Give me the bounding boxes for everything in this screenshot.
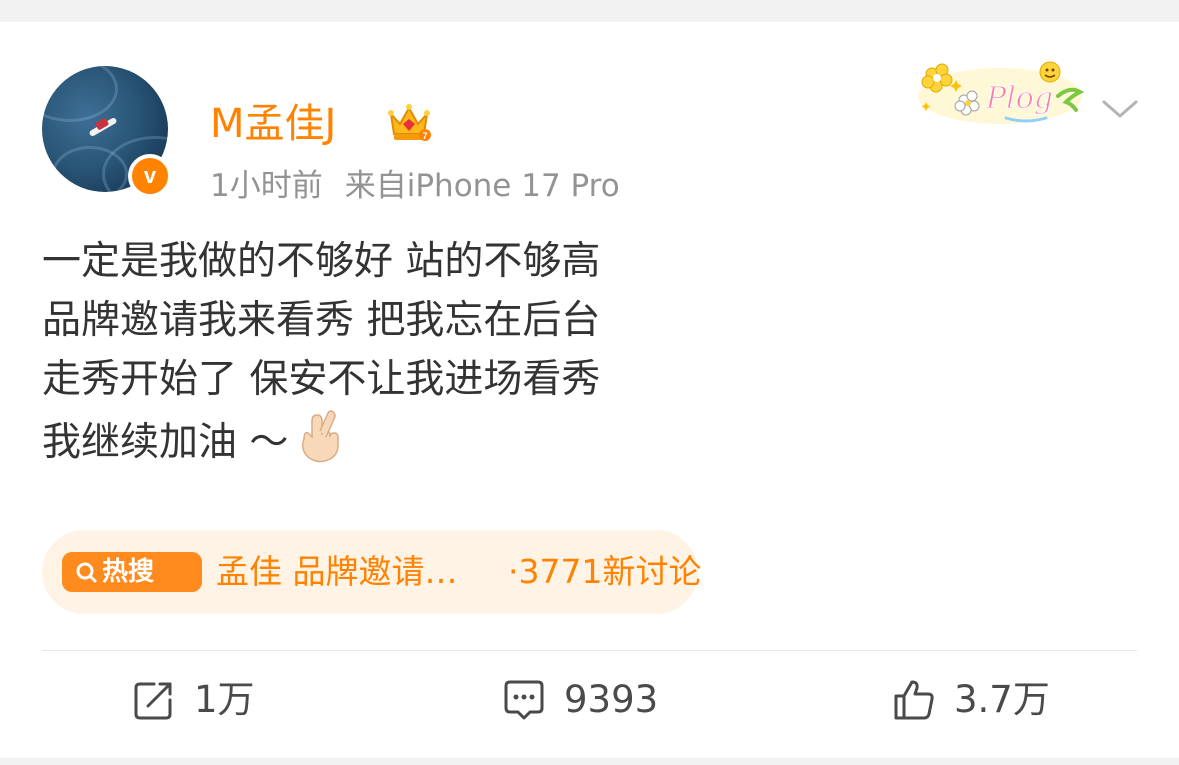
comment-button[interactable]: 9393	[502, 676, 702, 724]
crossed-fingers-emoji-icon	[302, 410, 340, 463]
repost-button[interactable]: 1万	[132, 676, 292, 724]
post-source[interactable]: 来自iPhone 17 Pro	[345, 168, 620, 204]
post-text-line: 一定是我做的不够好 站的不够高	[42, 239, 601, 284]
post-time: 1小时前	[210, 168, 323, 204]
hot-search-pill[interactable]: 热搜 孟佳 品牌邀请… ·3771新讨论	[42, 530, 702, 614]
search-icon	[76, 562, 97, 583]
svg-text:7: 7	[422, 131, 427, 141]
chevron-down-icon[interactable]	[1098, 88, 1142, 132]
comment-icon	[504, 680, 544, 720]
avatar-figure-accent	[94, 117, 110, 131]
author-name[interactable]: M孟佳J	[210, 98, 336, 150]
thumbs-up-icon	[894, 680, 934, 720]
post-text-line: 走秀开始了 保安不让我进场看秀	[42, 357, 601, 402]
hot-search-badge-label: 热搜	[102, 557, 155, 587]
repost-icon	[134, 682, 172, 720]
hot-search-title[interactable]: 孟佳 品牌邀请…	[216, 546, 458, 598]
post-text-line: 我继续加油 ～	[42, 420, 289, 465]
divider	[42, 650, 1137, 651]
plog-sticker-icon: Plog	[918, 61, 1085, 124]
comment-count: 9393	[564, 678, 659, 721]
hot-search-count: ·3771新讨论	[508, 552, 702, 591]
crown-icon: 7	[388, 104, 431, 141]
post-text-line-last: 我继续加油 ～	[42, 409, 802, 472]
post-text[interactable]: 一定是我做的不够好 站的不够高 品牌邀请我来看秀 把我忘在后台 走秀开始了 保安…	[42, 232, 802, 472]
like-button[interactable]: 3.7万	[892, 676, 1092, 724]
avatar-wave	[42, 66, 118, 122]
like-count: 3.7万	[954, 678, 1050, 721]
weibo-post-card: v M孟佳J 7 1小时前 来自iPhone 17 Pro Plog 一定是我做…	[0, 22, 1179, 758]
plog-sticker-text: Plog	[985, 81, 1053, 116]
repost-count: 1万	[194, 678, 255, 721]
verified-badge-icon: v	[128, 154, 172, 198]
post-meta: 1小时前 来自iPhone 17 Pro	[210, 164, 620, 208]
post-text-line: 品牌邀请我来看秀 把我忘在后台	[42, 298, 601, 343]
hot-search-badge: 热搜	[62, 552, 202, 592]
